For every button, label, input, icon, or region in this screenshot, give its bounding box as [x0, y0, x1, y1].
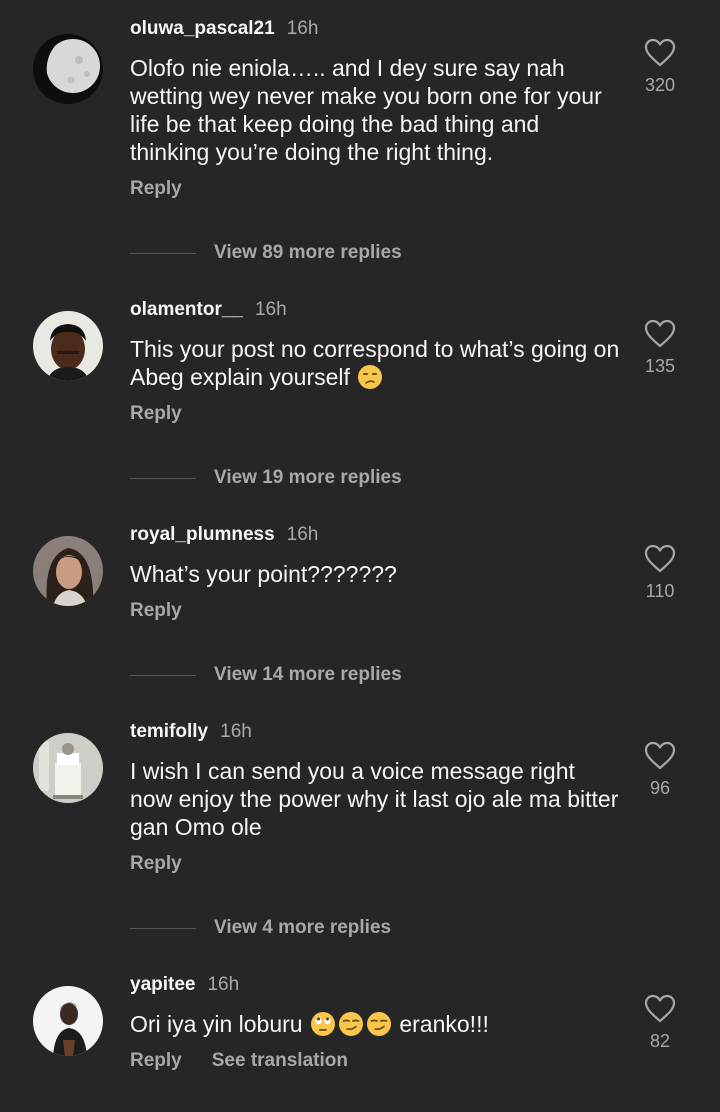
unamused-face-emoji [358, 365, 383, 389]
view-replies-button[interactable]: View 14 more replies [130, 661, 402, 689]
like-group: 82 [630, 994, 690, 1052]
timestamp: 16h [220, 721, 252, 742]
username[interactable]: olamentor__ [130, 299, 243, 320]
reply-button[interactable]: Reply [130, 1050, 182, 1071]
comment-text: I wish I can send you a voice message ri… [130, 758, 619, 840]
like-count: 110 [645, 581, 675, 601]
comment-text: This your post no correspond to what’s g… [130, 335, 620, 391]
like-count: 82 [649, 1031, 671, 1051]
reply-button[interactable]: Reply [130, 178, 182, 199]
like-group: 96 [630, 741, 690, 799]
see-translation-button[interactable]: See translation [212, 1050, 348, 1071]
avatar[interactable] [33, 311, 103, 381]
username[interactable]: yapitee [130, 974, 195, 995]
view-replies-label: View 19 more replies [214, 467, 402, 488]
username[interactable]: temifolly [130, 721, 208, 742]
view-replies-button[interactable]: View 19 more replies [130, 464, 402, 492]
avatar[interactable] [33, 536, 103, 606]
like-group: 110 [630, 544, 690, 602]
timestamp: 16h [254, 299, 287, 320]
view-replies-button[interactable]: View 4 more replies [130, 914, 391, 942]
smirking-face-emoji [366, 1012, 391, 1036]
divider-line [130, 674, 196, 676]
view-replies-label: View 89 more replies [214, 242, 402, 263]
comment-actions: Reply [130, 401, 182, 427]
like-group: 135 [630, 319, 690, 377]
comment-header: royal_plumness 16h [130, 522, 318, 548]
eye-roll-face-emoji [310, 1012, 335, 1036]
like-count: 135 [644, 356, 676, 376]
comment-text: Olofo nie eniola….. and I dey sure say n… [130, 55, 602, 165]
heart-outline-icon[interactable] [644, 994, 676, 1024]
view-replies-button[interactable]: View 89 more replies [130, 239, 402, 267]
reply-button[interactable]: Reply [130, 600, 182, 621]
heart-outline-icon[interactable] [644, 544, 676, 574]
divider-line [130, 477, 196, 479]
comment-header: temifolly 16h [130, 719, 252, 745]
like-group: 320 [630, 38, 690, 96]
divider-line [130, 927, 196, 929]
avatar[interactable] [33, 733, 103, 803]
reply-button[interactable]: Reply [130, 403, 182, 424]
comment-actions: Reply See translation [130, 1048, 348, 1074]
avatar[interactable] [33, 986, 103, 1056]
timestamp: 16h [207, 974, 240, 995]
heart-outline-icon[interactable] [644, 319, 676, 349]
view-replies-label: View 4 more replies [214, 917, 392, 938]
comment-text: What’s your point??????? [130, 561, 397, 587]
heart-outline-icon[interactable] [644, 741, 676, 771]
like-count: 320 [644, 75, 676, 95]
avatar[interactable] [33, 34, 103, 104]
comment-header: olamentor__ 16h [130, 297, 287, 323]
comment-header: yapitee 16h [130, 972, 239, 998]
username[interactable]: royal_plumness [130, 524, 275, 545]
like-count: 96 [649, 778, 671, 798]
comment-header: oluwa_pascal21 16h [130, 16, 318, 42]
comment-actions: Reply [130, 598, 182, 624]
username[interactable]: oluwa_pascal21 [130, 18, 275, 39]
timestamp: 16h [286, 524, 319, 545]
reply-button[interactable]: Reply [130, 853, 182, 874]
view-replies-label: View 14 more replies [214, 664, 402, 685]
comment-text: Ori iya yin loburu eranko!!! [130, 1010, 620, 1038]
comment-text-before-emoji: Ori iya yin loburu [130, 1011, 303, 1037]
comment-actions: Reply [130, 851, 182, 877]
divider-line [130, 252, 196, 254]
timestamp: 16h [286, 18, 319, 39]
heart-outline-icon[interactable] [644, 38, 676, 68]
smirking-face-emoji [338, 1012, 363, 1036]
comment-actions: Reply [130, 176, 182, 202]
comment-text-after-emoji: eranko!!! [399, 1011, 489, 1037]
